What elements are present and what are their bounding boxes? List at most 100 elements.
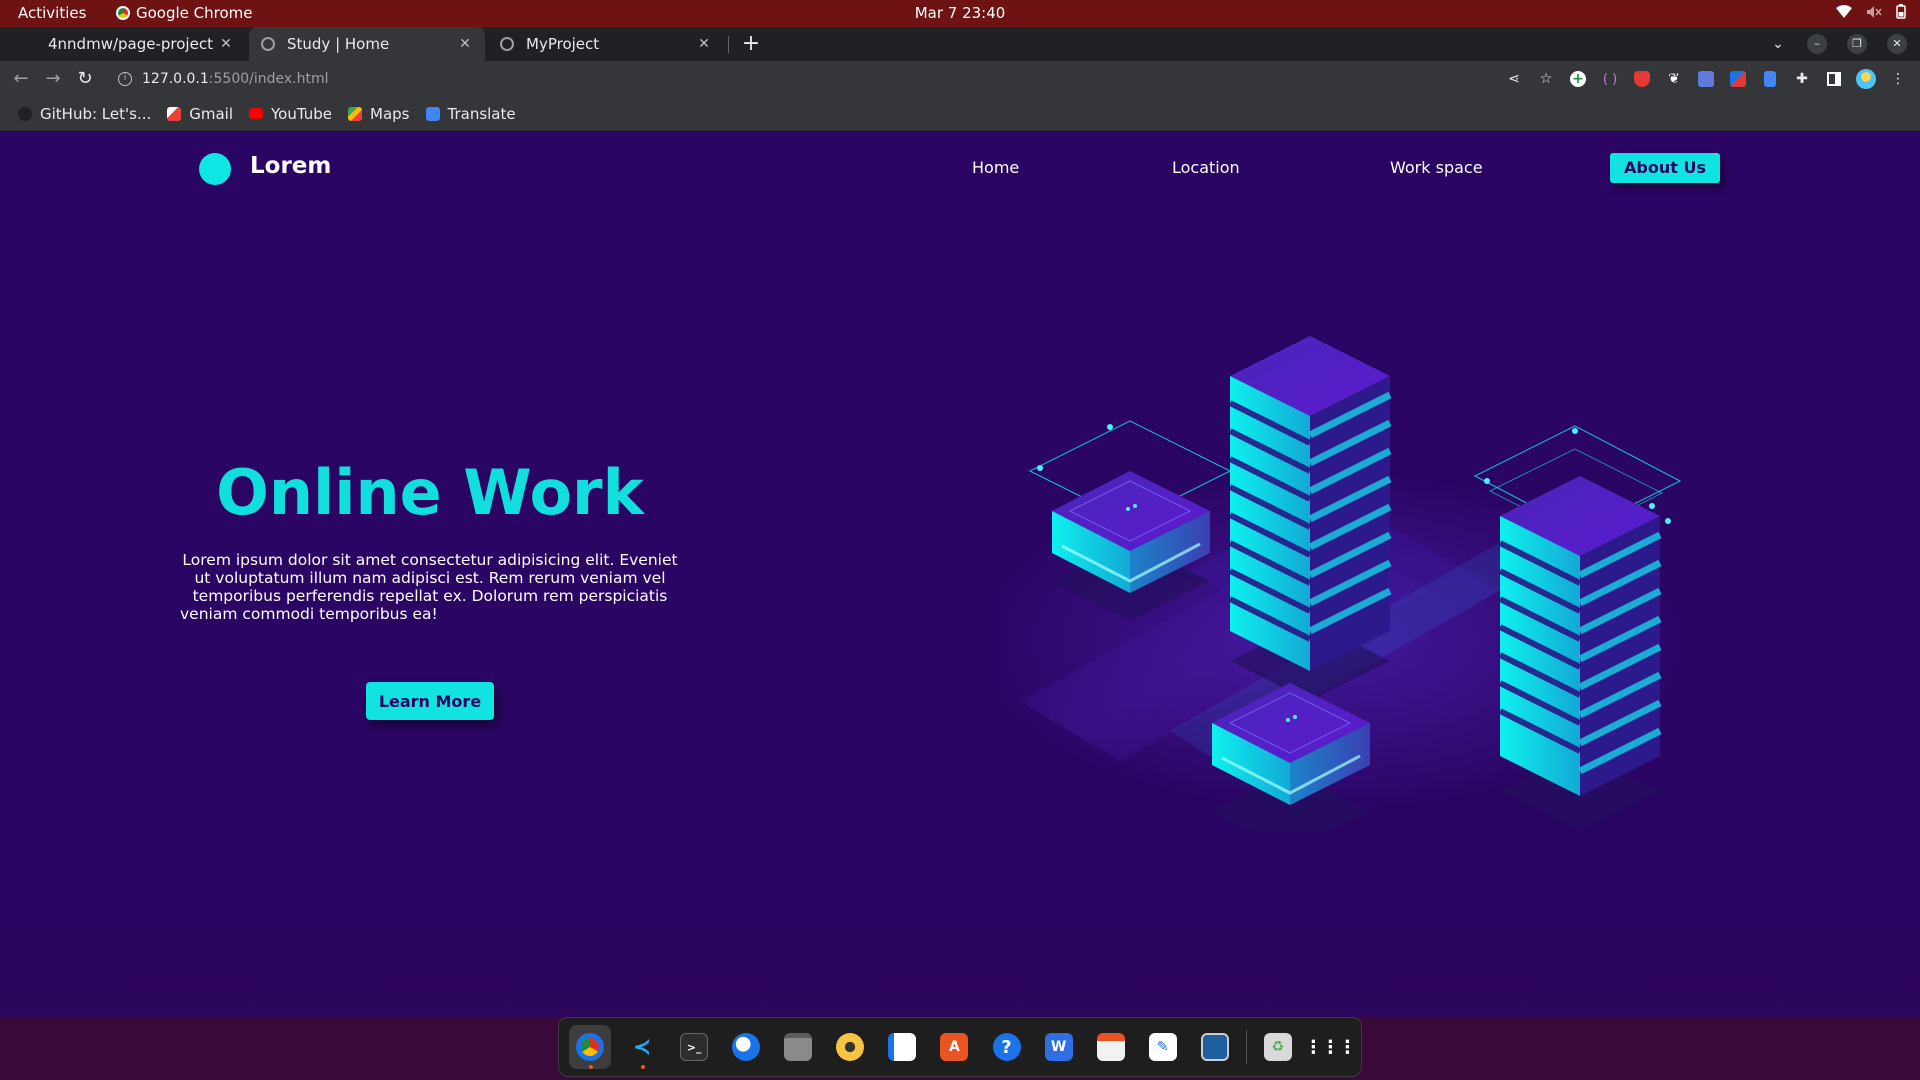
app-name: Google Chrome	[136, 4, 253, 22]
bookmark-translate[interactable]: Translate	[425, 104, 516, 123]
toolbar-actions: ⋖ ☆ + ( ) ❦ ✚ ⋮	[1502, 67, 1910, 91]
nav-location[interactable]: Location	[1172, 158, 1240, 177]
chrome-icon	[576, 1033, 605, 1061]
restore-button[interactable]: ❐	[1847, 34, 1867, 54]
extensions-puzzle-icon[interactable]: ✚	[1790, 67, 1814, 91]
dock-text-editor[interactable]: ✎	[1142, 1025, 1184, 1069]
extension-translate-icon[interactable]	[1694, 67, 1718, 91]
site-info-icon[interactable]: i	[118, 72, 132, 86]
nav-home[interactable]: Home	[972, 158, 1019, 177]
extension-docs-icon[interactable]	[1758, 67, 1782, 91]
about-us-button[interactable]: About Us	[1610, 153, 1720, 183]
rhythmbox-icon	[836, 1033, 865, 1061]
logo-circle	[199, 153, 231, 185]
app-menu[interactable]: Google Chrome	[116, 4, 253, 22]
system-top-bar: Activities Google Chrome Mar 7 23:40	[0, 0, 1920, 27]
trash-icon: ♻	[1263, 1033, 1292, 1061]
battery-icon	[1896, 4, 1906, 19]
dock-files[interactable]	[777, 1025, 819, 1069]
dock-rhythmbox[interactable]	[829, 1025, 871, 1069]
bookmark-star-icon[interactable]: ☆	[1534, 67, 1558, 91]
dock-help[interactable]: ?	[986, 1025, 1028, 1069]
tab-strip: 4nndmw/page-project ✕ Study | Home ✕ MyP…	[0, 27, 1920, 61]
extension-plus-icon[interactable]: +	[1566, 67, 1590, 91]
bookmark-label: GitHub: Let's...	[40, 104, 152, 123]
clock[interactable]: Mar 7 23:40	[915, 4, 1006, 22]
minimize-button[interactable]: –	[1807, 34, 1827, 54]
dock-app[interactable]	[1090, 1025, 1132, 1069]
volume-muted-icon	[1867, 5, 1882, 18]
github-icon	[18, 106, 32, 121]
screenshot-icon	[1200, 1033, 1229, 1061]
wps-writer-icon: W	[1044, 1033, 1073, 1061]
tab-search-icon[interactable]: ⌄	[1768, 34, 1788, 54]
globe-icon	[500, 37, 514, 51]
extension-brackets-icon[interactable]: ( )	[1598, 67, 1622, 91]
dock-separator	[1245, 1030, 1247, 1064]
tab-separator	[728, 36, 729, 53]
close-icon[interactable]: ✕	[218, 36, 234, 52]
terminal-icon: >_	[680, 1033, 709, 1061]
bookmark-github[interactable]: GitHub: Let's...	[18, 105, 151, 123]
forward-button[interactable]: →	[41, 67, 65, 91]
running-indicator	[641, 1065, 646, 1069]
dock-show-apps[interactable]: ⋮⋮⋮	[1304, 1025, 1356, 1069]
side-panel-icon[interactable]	[1822, 67, 1846, 91]
url-host: 127.0.0.1	[142, 71, 209, 87]
profile-avatar-icon[interactable]	[1854, 67, 1878, 91]
dock-trash[interactable]: ♻	[1257, 1025, 1299, 1069]
app-icon	[1096, 1033, 1125, 1061]
page-viewport: Lorem Home Location Work space About Us …	[0, 131, 1920, 1018]
github-icon	[22, 37, 36, 51]
more-menu-icon[interactable]: ⋮	[1886, 67, 1910, 91]
activities-button[interactable]: Activities	[18, 4, 86, 22]
bookmark-label: Maps	[370, 104, 410, 123]
tab-title: MyProject	[526, 35, 600, 53]
bookmark-gmail[interactable]: Gmail	[167, 105, 233, 123]
tab-myproject[interactable]: MyProject ✕	[488, 27, 724, 61]
extension-color-icon[interactable]	[1726, 67, 1750, 91]
extension-shield-icon[interactable]	[1630, 67, 1654, 91]
tab-title: 4nndmw/page-project	[48, 35, 213, 53]
close-icon[interactable]: ✕	[457, 36, 473, 52]
maps-icon	[348, 106, 363, 121]
browser-toolbar: ← → ↻ i 127.0.0.1:5500/index.html ⋖ ☆ + …	[0, 61, 1920, 97]
vscode-icon: ≺	[632, 1034, 652, 1060]
new-tab-button[interactable]: +	[737, 30, 765, 58]
text-editor-icon: ✎	[1148, 1033, 1177, 1061]
youtube-icon	[249, 108, 264, 119]
dock-chrome[interactable]	[569, 1025, 612, 1069]
share-icon[interactable]: ⋖	[1502, 67, 1526, 91]
tab-page-project[interactable]: 4nndmw/page-project ✕	[10, 27, 246, 61]
reload-button[interactable]: ↻	[73, 67, 97, 91]
address-bar[interactable]: i 127.0.0.1:5500/index.html	[108, 64, 1508, 94]
close-window-button[interactable]: ✕	[1887, 34, 1907, 54]
help-icon: ?	[992, 1033, 1021, 1061]
bookmark-maps[interactable]: Maps	[348, 104, 410, 123]
hero-description: Lorem ipsum dolor sit amet consectetur a…	[180, 551, 678, 623]
dock-screenshot[interactable]	[1194, 1025, 1236, 1069]
hero-title: Online Work	[216, 456, 644, 529]
dock-wps[interactable]: W	[1038, 1025, 1080, 1069]
bookmark-label: YouTube	[271, 104, 333, 123]
globe-icon	[261, 37, 275, 51]
dock-terminal[interactable]: >_	[673, 1025, 715, 1069]
dock-thunderbird[interactable]	[725, 1025, 767, 1069]
close-icon[interactable]: ✕	[696, 36, 712, 52]
system-tray[interactable]	[1836, 4, 1906, 19]
dock-vscode[interactable]: ≺	[621, 1025, 663, 1069]
isometric-servers-illustration	[1000, 336, 1690, 831]
nav-work-space[interactable]: Work space	[1390, 158, 1483, 177]
extension-bird-icon[interactable]: ❦	[1662, 67, 1686, 91]
dock-writer[interactable]	[881, 1025, 923, 1069]
thunderbird-icon	[732, 1033, 761, 1061]
tab-study-home[interactable]: Study | Home ✕	[249, 27, 485, 61]
back-button[interactable]: ←	[9, 67, 33, 91]
bookmark-label: Translate	[447, 104, 516, 123]
bookmark-youtube[interactable]: YouTube	[249, 105, 332, 123]
logo-text[interactable]: Lorem	[250, 153, 331, 179]
bookmarks-bar: GitHub: Let's... Gmail YouTube Maps Tran…	[0, 97, 1920, 131]
running-indicator	[589, 1065, 593, 1069]
dock-software[interactable]: A	[933, 1025, 975, 1069]
learn-more-button[interactable]: Learn More	[366, 682, 494, 720]
